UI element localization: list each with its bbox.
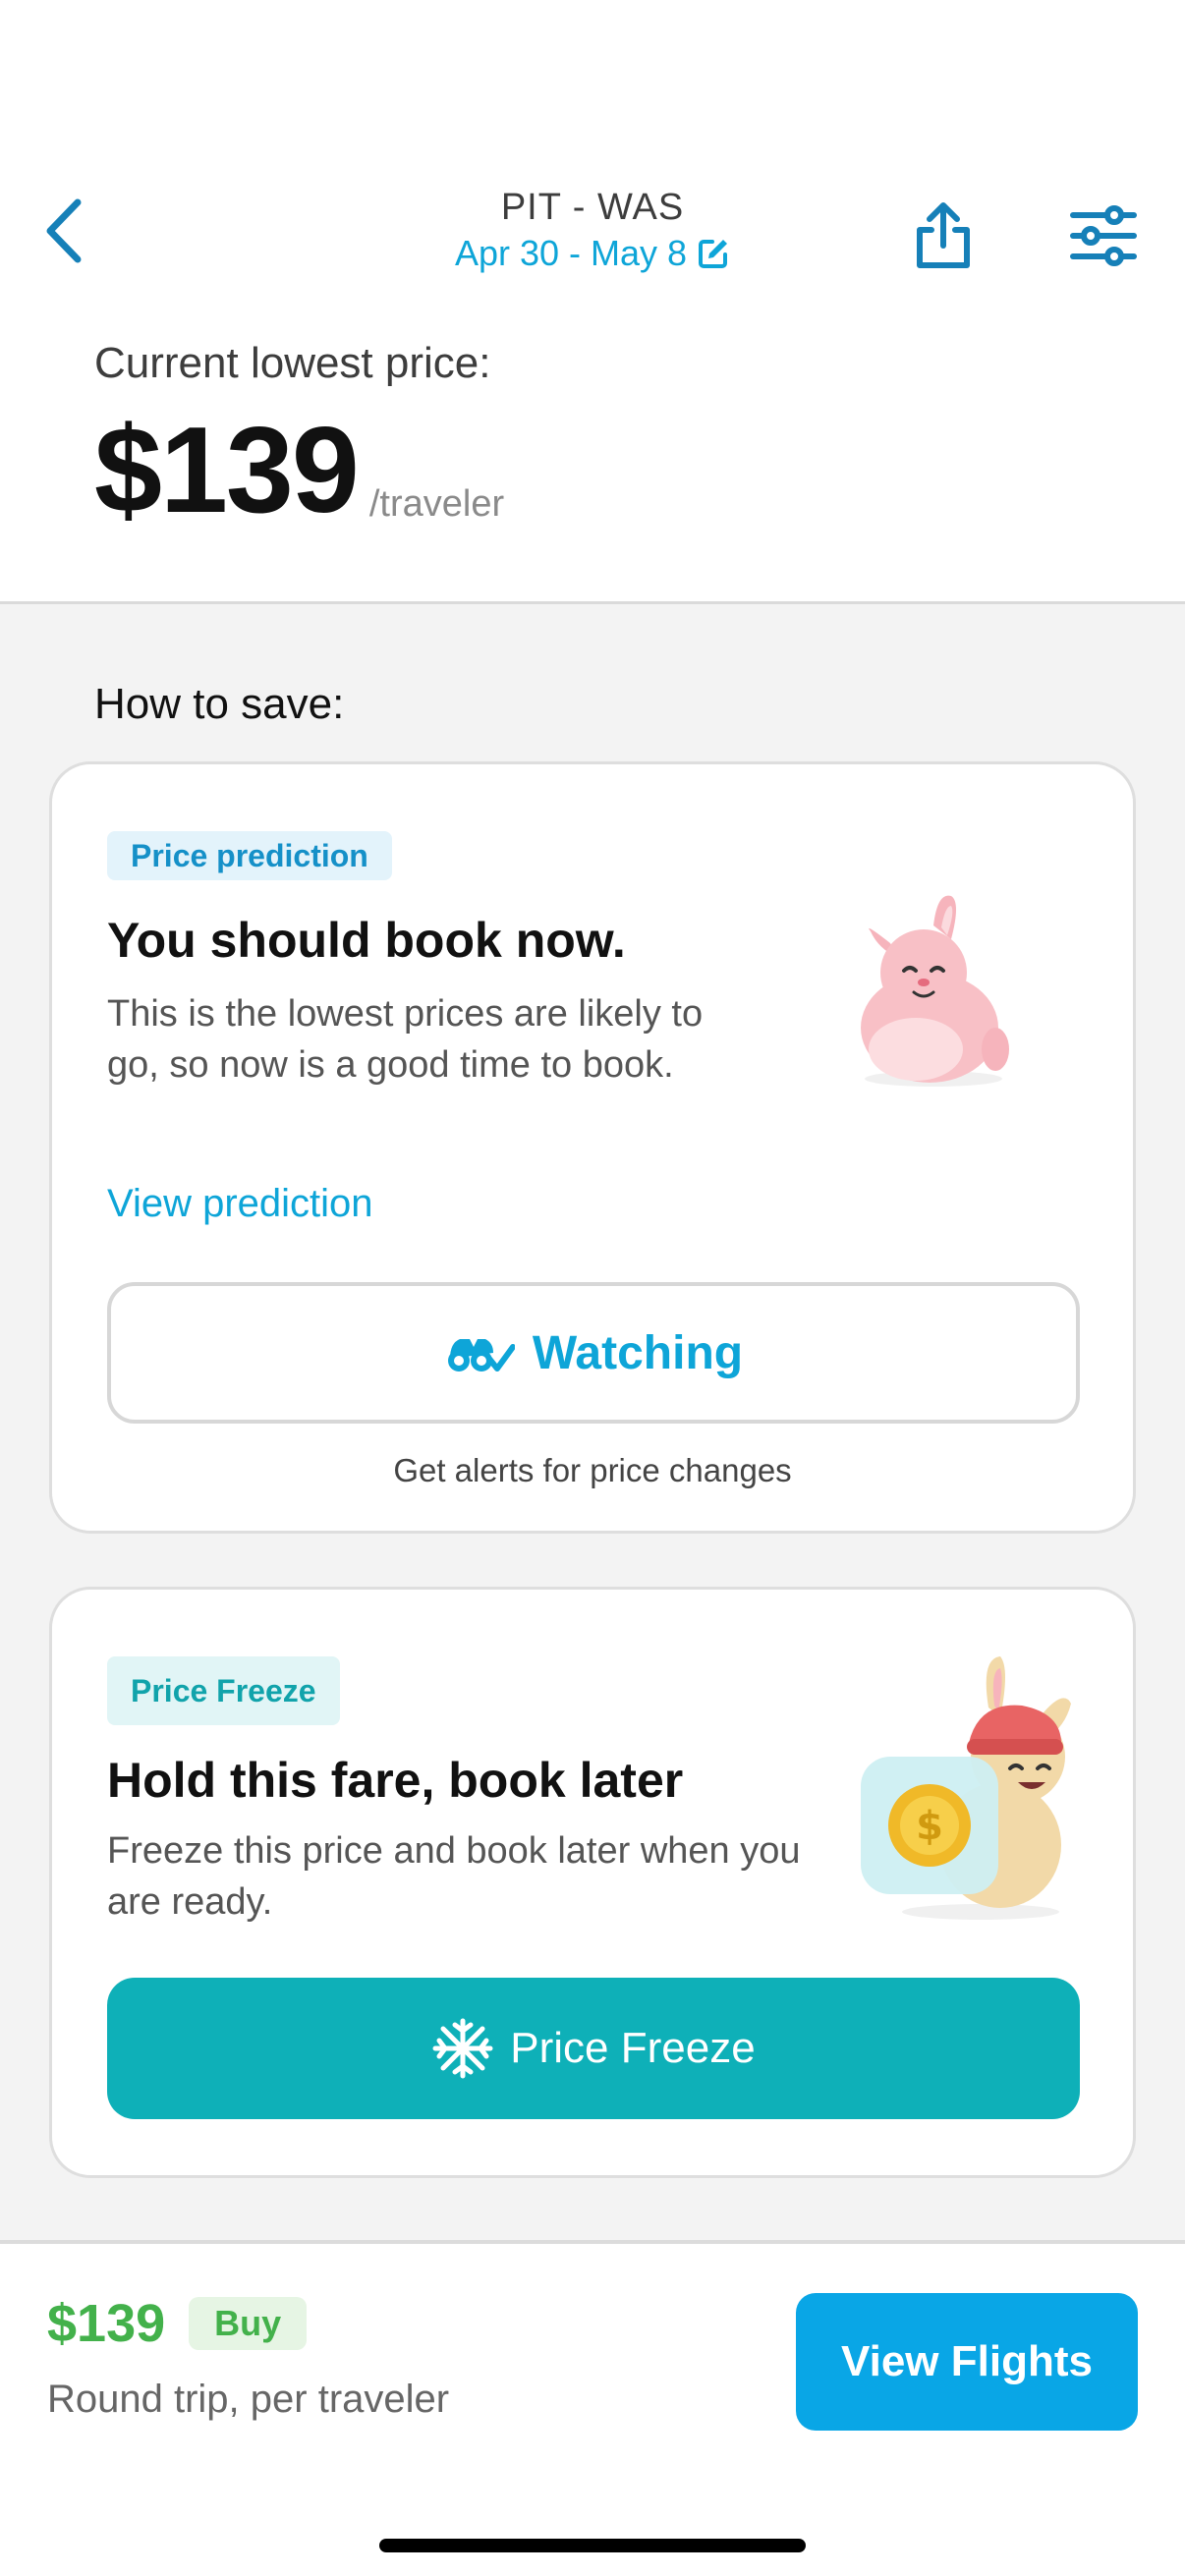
bottom-price-row: $139 Buy xyxy=(47,2293,308,2354)
alerts-caption: Get alerts for price changes xyxy=(393,1452,792,1488)
snowflake-icon xyxy=(432,2018,493,2079)
date-range-text: Apr 30 - May 8 xyxy=(454,233,688,273)
pencil-edit-icon xyxy=(699,240,728,268)
filter-button[interactable] xyxy=(1061,192,1145,280)
bunny-with-coin-illustration: $ xyxy=(861,1656,1071,1920)
watching-button[interactable]: Watching xyxy=(107,1282,1080,1424)
price-label: Current lowest price: xyxy=(94,339,491,387)
svg-text:$: $ xyxy=(916,1804,943,1849)
home-indicator[interactable] xyxy=(379,2539,806,2552)
freeze-badge: Price Freeze xyxy=(107,1656,340,1725)
title-block[interactable]: PIT - WAS Apr 30 - May 8 xyxy=(0,187,1185,274)
price-freeze-card: Price Freeze Hold this fare, book later … xyxy=(49,1587,1136,2178)
bottom-bar: $139 Buy Round trip, per traveler View F… xyxy=(0,2240,1185,2576)
price-unit: /traveler xyxy=(368,483,505,525)
price-freeze-button[interactable]: Price Freeze xyxy=(107,1978,1080,2119)
freeze-title: Hold this fare, book later xyxy=(107,1753,684,1808)
buy-badge: Buy xyxy=(189,2297,308,2350)
price-freeze-label: Price Freeze xyxy=(510,2024,756,2072)
prediction-badge: Price prediction xyxy=(107,831,392,880)
view-prediction-link[interactable]: View prediction xyxy=(107,1182,373,1226)
freeze-description: Freeze this price and book later when yo… xyxy=(107,1830,801,1923)
share-button[interactable] xyxy=(904,192,983,280)
price-row: $139 /traveler xyxy=(94,410,504,532)
share-icon xyxy=(917,202,970,268)
header: PIT - WAS Apr 30 - May 8 xyxy=(0,167,1185,305)
watching-label: Watching xyxy=(532,1326,744,1379)
binoculars-check-icon xyxy=(447,1339,515,1372)
section-label: How to save: xyxy=(94,680,345,728)
sliders-icon xyxy=(1069,205,1137,266)
price-prediction-card: Price prediction You should book now. Th… xyxy=(49,761,1136,1534)
current-price: $139 xyxy=(94,403,360,538)
page: PIT - WAS Apr 30 - May 8 Current lowest … xyxy=(0,0,1185,2576)
bottom-subtitle: Round trip, per traveler xyxy=(47,2378,450,2421)
price-header: Current lowest price: $139 /traveler xyxy=(94,339,504,532)
prediction-title: You should book now. xyxy=(107,913,626,968)
route-title: PIT - WAS xyxy=(500,187,685,228)
date-range[interactable]: Apr 30 - May 8 xyxy=(455,233,730,274)
prediction-description: This is the lowest prices are likely to … xyxy=(107,993,704,1086)
pink-bunny-illustration xyxy=(861,895,1009,1087)
bottom-price: $139 xyxy=(47,2294,166,2353)
savings-section: How to save: Price prediction You should… xyxy=(0,601,1185,2240)
view-flights-button[interactable]: View Flights xyxy=(796,2293,1138,2431)
